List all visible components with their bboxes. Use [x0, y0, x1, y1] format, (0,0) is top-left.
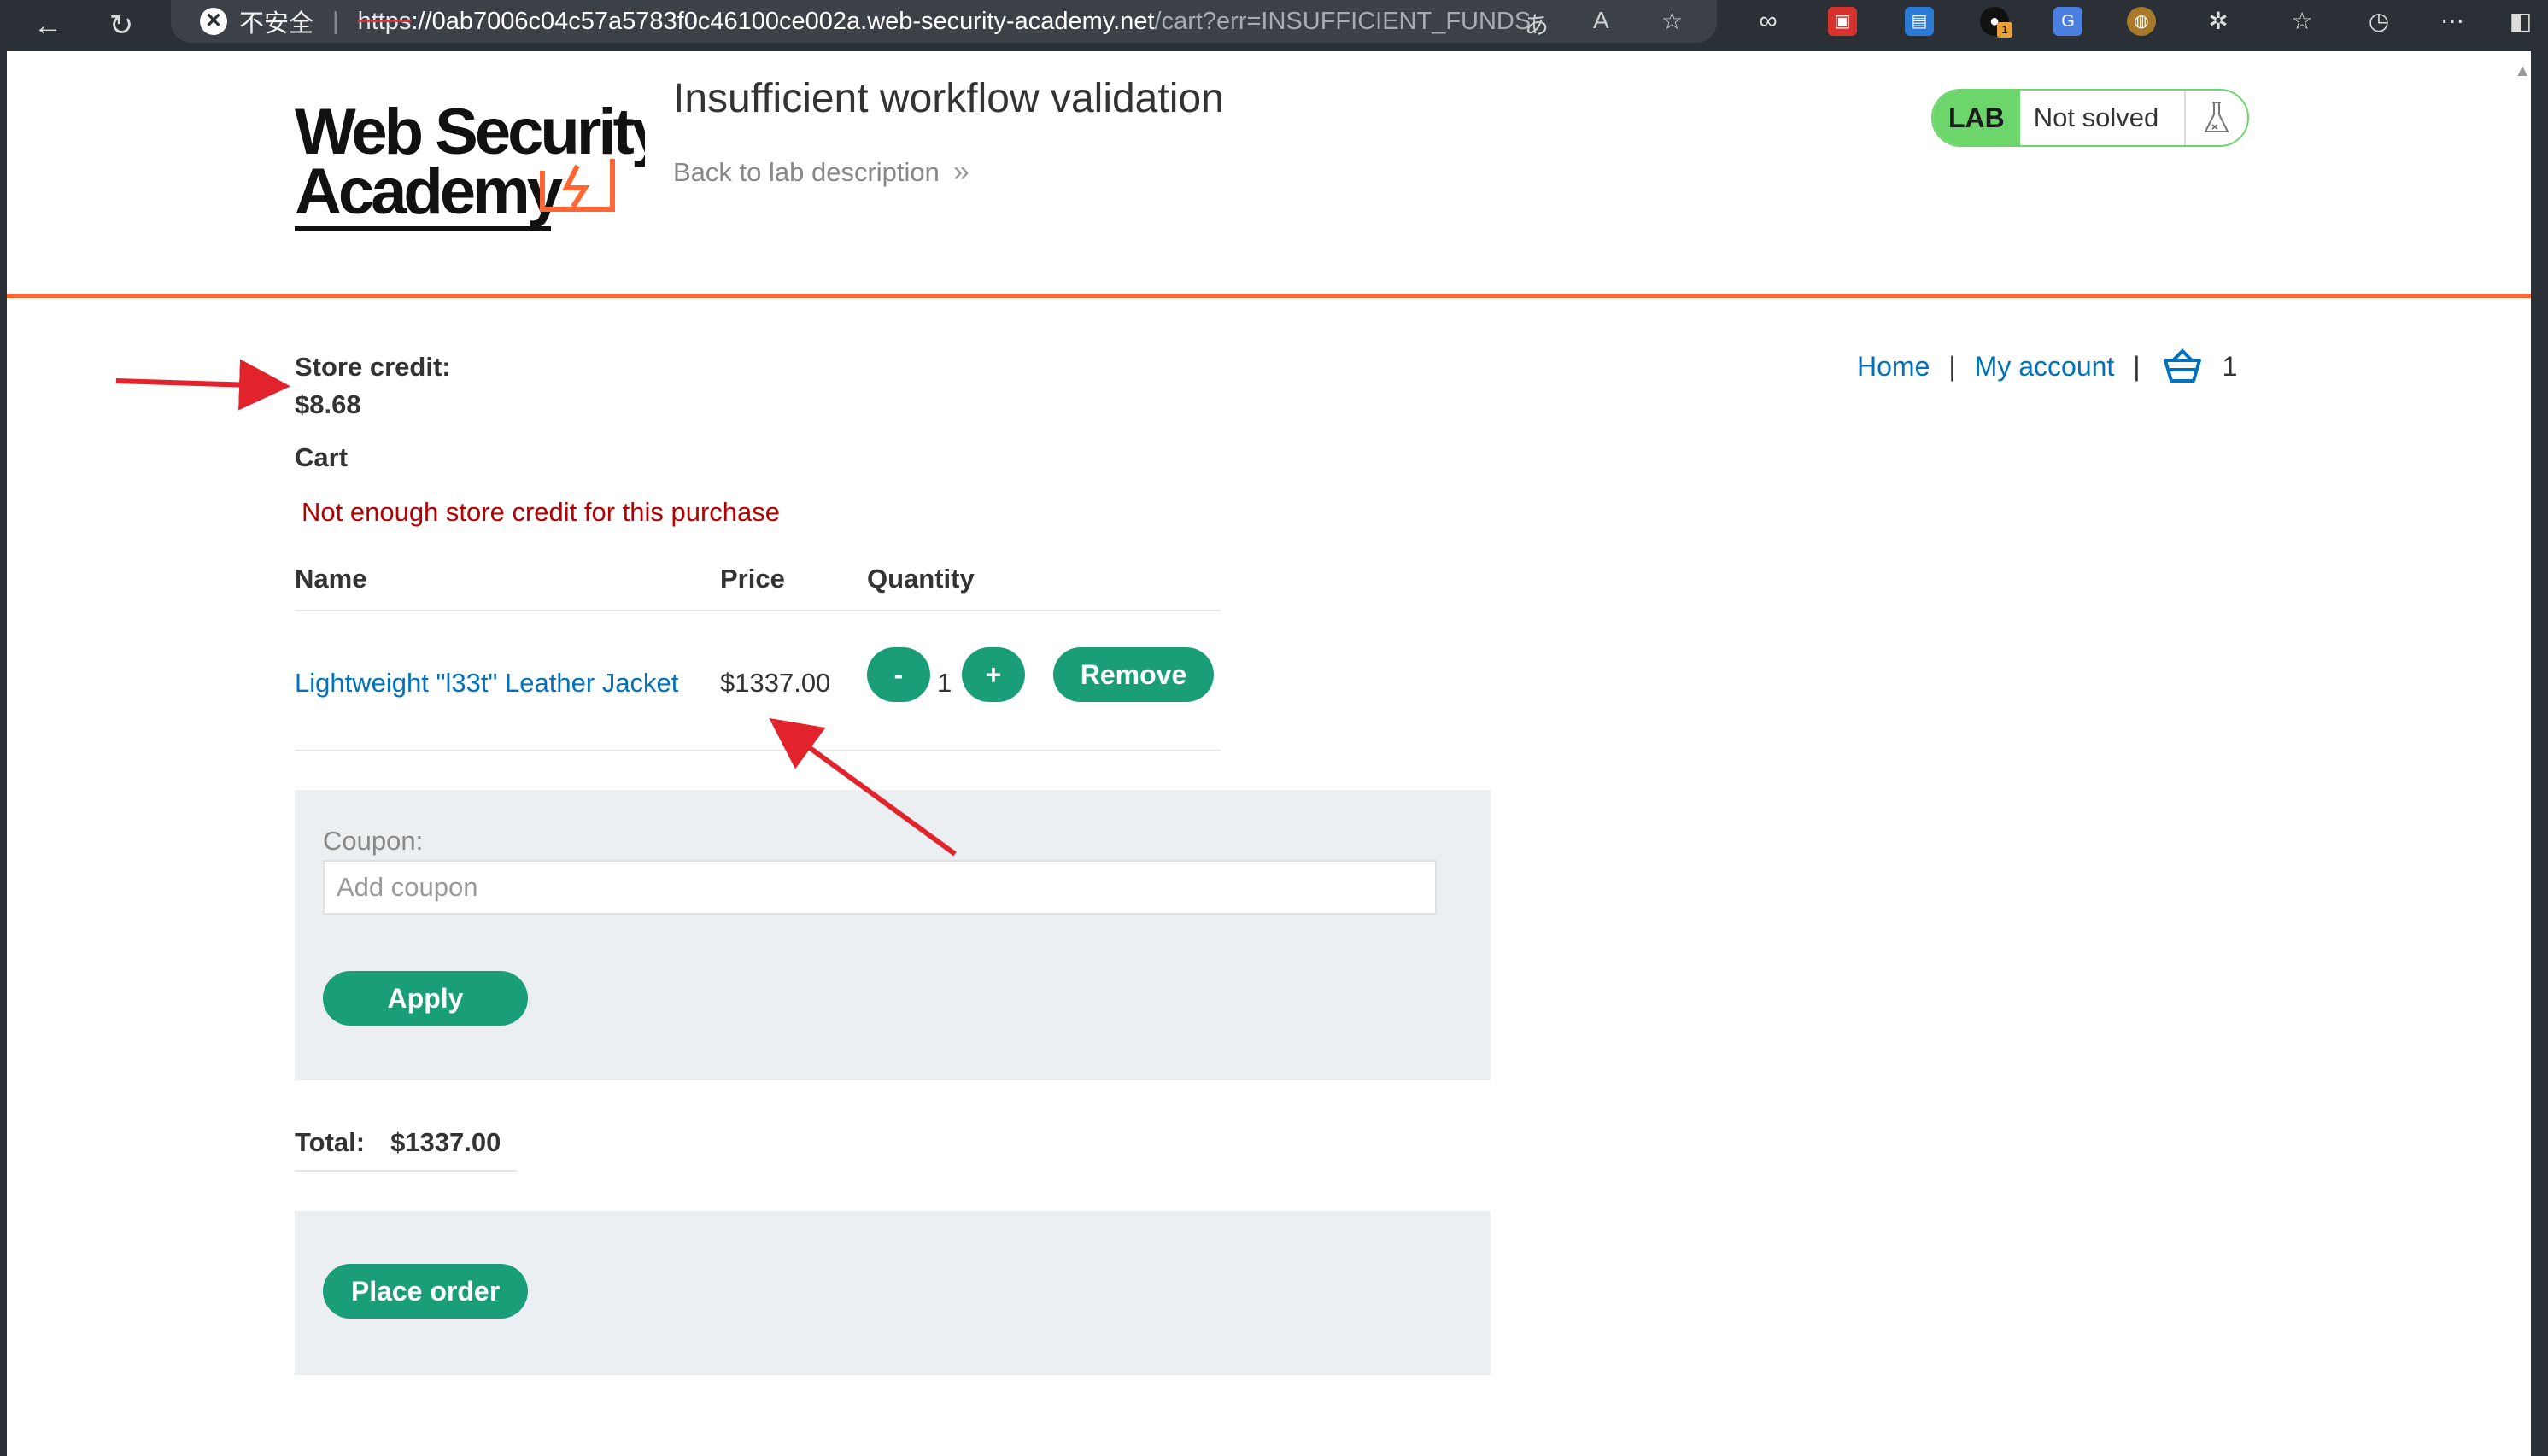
store-credit-value: $8.68	[295, 389, 361, 419]
product-link[interactable]: Lightweight "l33t" Leather Jacket	[295, 668, 678, 699]
column-header-quantity: Quantity	[867, 564, 975, 594]
table-header-divider	[295, 610, 1221, 611]
store-credit-label: Store credit:	[295, 352, 451, 382]
product-price: $1337.00	[720, 668, 831, 698]
scroll-up-icon[interactable]: ▲	[2514, 61, 2531, 81]
sidebar-toggle-icon[interactable]: ◧	[2506, 7, 2535, 36]
place-order-panel: Place order	[295, 1211, 1491, 1375]
back-to-lab-description-link[interactable]: Back to lab description »	[673, 155, 969, 189]
flask-icon[interactable]	[2183, 91, 2247, 145]
top-navigation: Home | My account | 1	[1857, 347, 2237, 386]
favorites-icon[interactable]: ☆	[2287, 7, 2317, 36]
document-extension-icon[interactable]: ▤	[1905, 7, 1934, 36]
url-scheme: https	[357, 7, 412, 35]
more-menu-icon[interactable]: ⋯	[2438, 7, 2467, 36]
lab-status-text: Not solved	[2033, 102, 2159, 132]
total-row: Total: $1337.00	[295, 1127, 501, 1158]
nav-separator: |	[1948, 350, 1956, 382]
coupon-label: Coupon:	[323, 826, 424, 856]
url-host: ://0ab7006c04c57a5783f0c46100ce002a.web-…	[411, 7, 1155, 35]
table-row-divider	[295, 750, 1221, 751]
history-icon[interactable]: ◷	[2364, 7, 2393, 36]
coupon-input[interactable]	[323, 860, 1437, 915]
cart-count: 1	[2222, 350, 2238, 382]
lab-badge: LAB	[1933, 91, 2020, 145]
place-order-button[interactable]: Place order	[323, 1264, 528, 1319]
not-secure-label[interactable]: 不安全	[239, 3, 313, 39]
red-extension-icon[interactable]: ▣	[1828, 7, 1857, 36]
double-chevron-right-icon: »	[952, 155, 969, 188]
coupon-panel: Coupon: Apply	[295, 790, 1491, 1080]
google-translate-extension-icon[interactable]: G	[2053, 7, 2082, 36]
insufficient-funds-error: Not enough store credit for this purchas…	[302, 497, 781, 527]
annotation-arrow-credit	[115, 359, 290, 411]
back-arrow-icon[interactable]: ←	[31, 9, 65, 43]
nav-separator: |	[2133, 350, 2141, 382]
cookie-extension-icon[interactable]: ◍	[2127, 7, 2156, 36]
web-security-academy-logo[interactable]: Web Security Academy	[295, 85, 645, 265]
header-divider	[7, 294, 2531, 298]
url-path: /cart?err=INSUFFICIENT_FUNDS	[1154, 7, 1532, 35]
extension-badge: 1	[1997, 22, 2012, 38]
increase-quantity-button[interactable]: +	[962, 647, 1025, 702]
read-aloud-icon[interactable]: A	[1593, 7, 1609, 34]
quantity-value: 1	[937, 668, 952, 698]
decrease-quantity-button[interactable]: -	[867, 647, 930, 702]
column-header-price: Price	[720, 564, 785, 594]
reload-icon[interactable]: ↻	[104, 9, 138, 43]
favorite-star-icon[interactable]: ☆	[1661, 7, 1683, 35]
browser-toolbar: ← ↻ ✕ 不安全 | https://0ab7006c04c57a5783f0…	[0, 0, 2548, 51]
lab-title: Insufficient workflow validation	[673, 76, 1224, 121]
my-account-link[interactable]: My account	[1975, 351, 2115, 383]
remove-item-button[interactable]: Remove	[1053, 647, 1214, 702]
apply-coupon-button[interactable]: Apply	[323, 971, 528, 1026]
web-page: ▲ Web Security Academy Insufficient work…	[7, 51, 2531, 1456]
cart-heading: Cart	[295, 442, 349, 472]
lab-status-widget: LAB Not solved	[1931, 89, 2249, 147]
shopping-basket-icon[interactable]	[2163, 347, 2202, 386]
translate-icon[interactable]: あ	[1525, 7, 1549, 41]
not-secure-icon[interactable]: ✕	[200, 8, 227, 35]
extensions-puzzle-icon[interactable]: ✲	[2204, 7, 2233, 36]
logo-bolt-icon	[562, 164, 590, 208]
total-label: Total:	[295, 1127, 366, 1157]
home-link[interactable]: Home	[1857, 351, 1930, 383]
column-header-name: Name	[295, 564, 367, 594]
total-value: $1337.00	[390, 1127, 501, 1157]
total-divider	[295, 1170, 517, 1172]
address-divider: |	[332, 7, 339, 35]
back-link-label: Back to lab description	[673, 157, 940, 187]
logo-text-line2: Academy	[295, 155, 563, 228]
address-bar[interactable]: ✕ 不安全 | https://0ab7006c04c57a5783f0c461…	[171, 0, 1717, 43]
infinity-extension-icon[interactable]: ∞	[1754, 7, 1783, 36]
